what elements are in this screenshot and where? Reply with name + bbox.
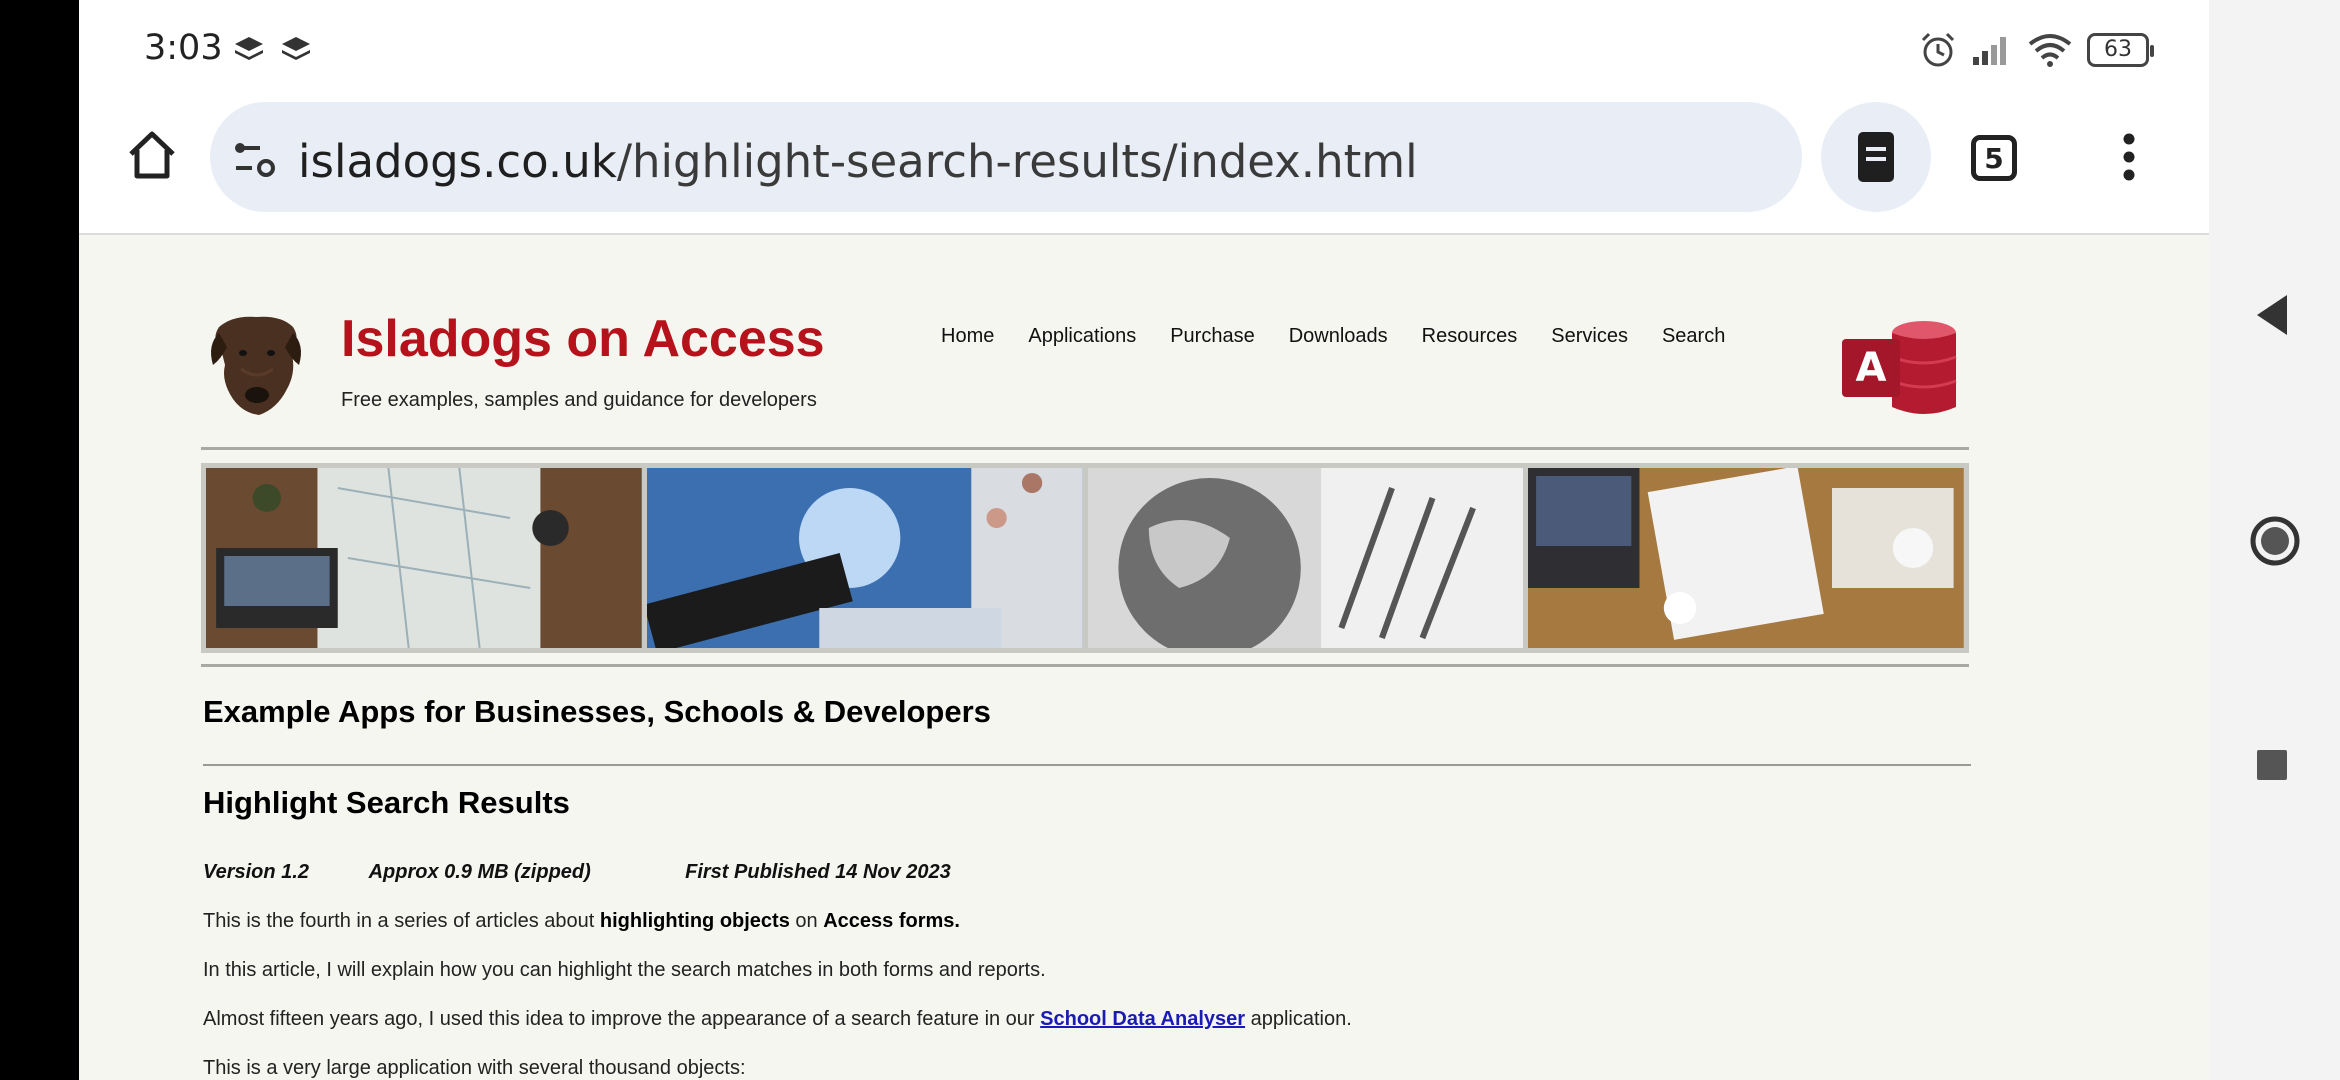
article-size: Approx 0.9 MB (zipped): [368, 861, 591, 883]
layers-icon-2: [282, 37, 310, 60]
url-domain: isladogs.co.uk: [298, 135, 617, 188]
tab-count: 5: [1971, 135, 2017, 181]
ms-access-logo: A: [1842, 317, 1962, 427]
nav-home[interactable]: Home: [941, 325, 994, 348]
battery-indicator: 63: [2087, 33, 2154, 67]
nav-resources[interactable]: Resources: [1422, 325, 1518, 348]
status-bar: 3:03 63: [79, 0, 2209, 100]
section-divider: [203, 764, 1971, 766]
article-published: First Published 14 Nov 2023: [685, 861, 951, 883]
browser-toolbar: isladogs.co.uk/highlight-search-results/…: [79, 100, 2209, 235]
address-bar[interactable]: isladogs.co.uk/highlight-search-results/…: [210, 102, 1802, 212]
access-logo-letter: A: [1855, 345, 1887, 391]
nav-search[interactable]: Search: [1662, 325, 1725, 348]
system-nav-bar: [2209, 0, 2340, 1080]
site-title[interactable]: Isladogs on Access: [341, 309, 825, 369]
nav-purchase[interactable]: Purchase: [1170, 325, 1255, 348]
article-meta: Version 1.2 Approx 0.9 MB (zipped) First…: [203, 861, 951, 884]
banner-divider: [201, 664, 1969, 667]
site-settings-icon[interactable]: [232, 138, 278, 178]
wifi-icon: [2028, 34, 2072, 67]
school-data-analyser-link[interactable]: School Data Analyser: [1040, 1008, 1245, 1030]
site-nav: Home Applications Purchase Downloads Res…: [941, 325, 1725, 348]
dog-logo[interactable]: [201, 309, 311, 419]
tab-switcher-button[interactable]: 5: [1959, 128, 2029, 188]
signal-icon: [1973, 37, 2006, 65]
article-title: Highlight Search Results: [203, 785, 570, 820]
home-nav-icon[interactable]: [2249, 515, 2301, 567]
banner-image-media: [646, 468, 1083, 648]
more-vert-icon: [2123, 133, 2135, 181]
browser-screen: 3:03 63 isladogs.co.uk/highlight-search-…: [79, 0, 2209, 1080]
url-text[interactable]: isladogs.co.uk/highlight-search-results/…: [298, 135, 1418, 188]
status-time: 3:03: [144, 28, 223, 68]
nav-applications[interactable]: Applications: [1028, 325, 1136, 348]
banner-image-laptop-maps: [206, 468, 642, 648]
browser-menu-button[interactable]: [2109, 124, 2149, 190]
paragraph-article-scope: In this article, I will explain how you …: [203, 959, 1046, 981]
banner-image-globe: [1087, 468, 1524, 648]
reader-mode-icon: [1858, 132, 1894, 182]
paragraph-large-app: This is a very large application with se…: [203, 1057, 746, 1079]
section-heading: Example Apps for Businesses, Schools & D…: [203, 694, 991, 729]
paragraph-history: Almost fifteen years ago, I used this id…: [203, 1008, 1352, 1030]
nav-services[interactable]: Services: [1551, 325, 1628, 348]
back-icon[interactable]: [2253, 292, 2291, 338]
home-icon: [129, 131, 175, 179]
header-banner: [201, 463, 1969, 653]
article-version: Version 1.2: [203, 861, 309, 883]
alarm-icon: [1921, 32, 1955, 67]
reader-mode-button[interactable]: [1821, 102, 1931, 212]
site-tagline: Free examples, samples and guidance for …: [341, 389, 817, 411]
paragraph-intro: This is the fourth in a series of articl…: [203, 910, 960, 932]
url-path: /highlight-search-results/index.html: [616, 135, 1418, 188]
layers-icon: [235, 37, 263, 60]
header-divider: [201, 447, 1969, 450]
home-button[interactable]: [117, 120, 187, 190]
banner-image-desk: [1528, 468, 1964, 648]
web-page: Isladogs on Access Free examples, sample…: [79, 237, 2209, 1080]
recents-icon[interactable]: [2255, 748, 2289, 782]
nav-downloads[interactable]: Downloads: [1289, 325, 1388, 348]
